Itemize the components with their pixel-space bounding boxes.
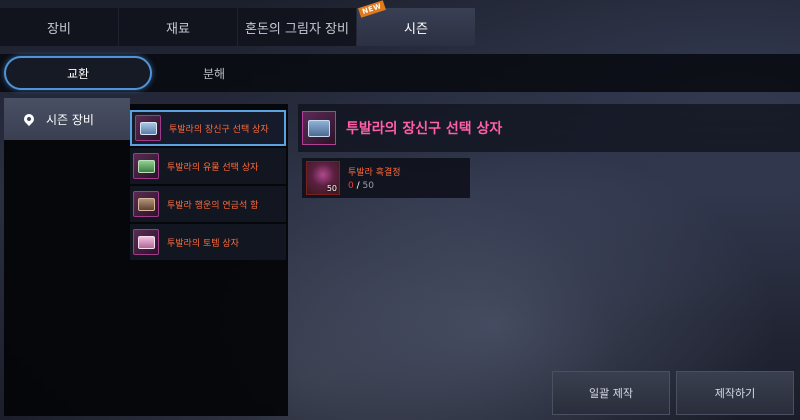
list-item[interactable]: 투발라의 장신구 선택 상자 <box>130 110 286 146</box>
subtab-dismantle[interactable]: 분해 <box>140 56 288 90</box>
jewelry-chest-icon <box>135 115 161 141</box>
craft-button[interactable]: 제작하기 <box>676 371 794 415</box>
detail-title: 투발라의 장신구 선택 상자 <box>346 121 503 137</box>
subtab-exchange[interactable]: 교환 <box>4 56 152 90</box>
tab-label: 혼돈의 그림자 장비 <box>245 21 349 37</box>
tab-label: 재료 <box>166 21 190 37</box>
list-item[interactable]: 투발라의 토템 상자 <box>130 224 286 260</box>
item-label: 투발라의 유물 선택 상자 <box>167 162 259 173</box>
list-item[interactable]: 투발라의 유물 선택 상자 <box>130 148 286 184</box>
item-label: 투발라 행운의 연금석 함 <box>167 200 259 211</box>
button-label: 일괄 제작 <box>589 387 633 400</box>
material-qty-badge: 50 <box>326 184 337 193</box>
tab-label: 장비 <box>47 21 71 37</box>
location-pin-icon <box>21 111 37 127</box>
subtab-label: 교환 <box>66 66 90 81</box>
category-season-equipment[interactable]: 시즌 장비 <box>4 98 130 140</box>
button-label: 제작하기 <box>714 387 756 400</box>
jewelry-chest-icon <box>302 111 336 145</box>
material-need: 50 <box>362 181 374 191</box>
tab-label: 시즌 <box>404 21 428 37</box>
sub-tab-bar: 교환 분해 <box>0 54 800 92</box>
tab-materials[interactable]: 재료 <box>119 8 237 46</box>
category-label: 시즌 장비 <box>46 112 94 127</box>
subtab-label: 분해 <box>202 66 226 81</box>
item-label: 투발라의 토템 상자 <box>167 238 239 249</box>
tab-shadow-of-chaos-equipment[interactable]: 혼돈의 그림자 장비 <box>238 8 356 46</box>
material-count: 0 / 50 <box>348 181 401 191</box>
detail-header: 투발라의 장신구 선택 상자 <box>298 104 800 152</box>
totem-chest-icon <box>133 229 159 255</box>
new-badge: NEW <box>358 0 386 18</box>
material-have: 0 <box>348 181 354 191</box>
material-slot[interactable]: 50 투발라 흑결정 0 / 50 <box>302 158 470 198</box>
material-separator: / <box>356 181 360 191</box>
alchemy-stone-box-icon <box>133 191 159 217</box>
top-tab-bar: 장비 재료 혼돈의 그림자 장비 NEW 시즌 <box>0 0 476 46</box>
list-item[interactable]: 투발라 행운의 연금석 함 <box>130 186 286 222</box>
tab-season[interactable]: NEW 시즌 <box>357 0 475 46</box>
tab-equipment[interactable]: 장비 <box>0 8 118 46</box>
material-name: 투발라 흑결정 <box>348 168 401 178</box>
black-crystal-icon: 50 <box>306 161 340 195</box>
relic-chest-icon <box>133 153 159 179</box>
item-list: 투발라의 장신구 선택 상자 투발라의 유물 선택 상자 투발라 행운의 연금석… <box>130 104 288 416</box>
bulk-craft-button[interactable]: 일괄 제작 <box>552 371 670 415</box>
item-label: 투발라의 장신구 선택 상자 <box>169 124 269 135</box>
category-panel: 시즌 장비 <box>4 98 130 416</box>
